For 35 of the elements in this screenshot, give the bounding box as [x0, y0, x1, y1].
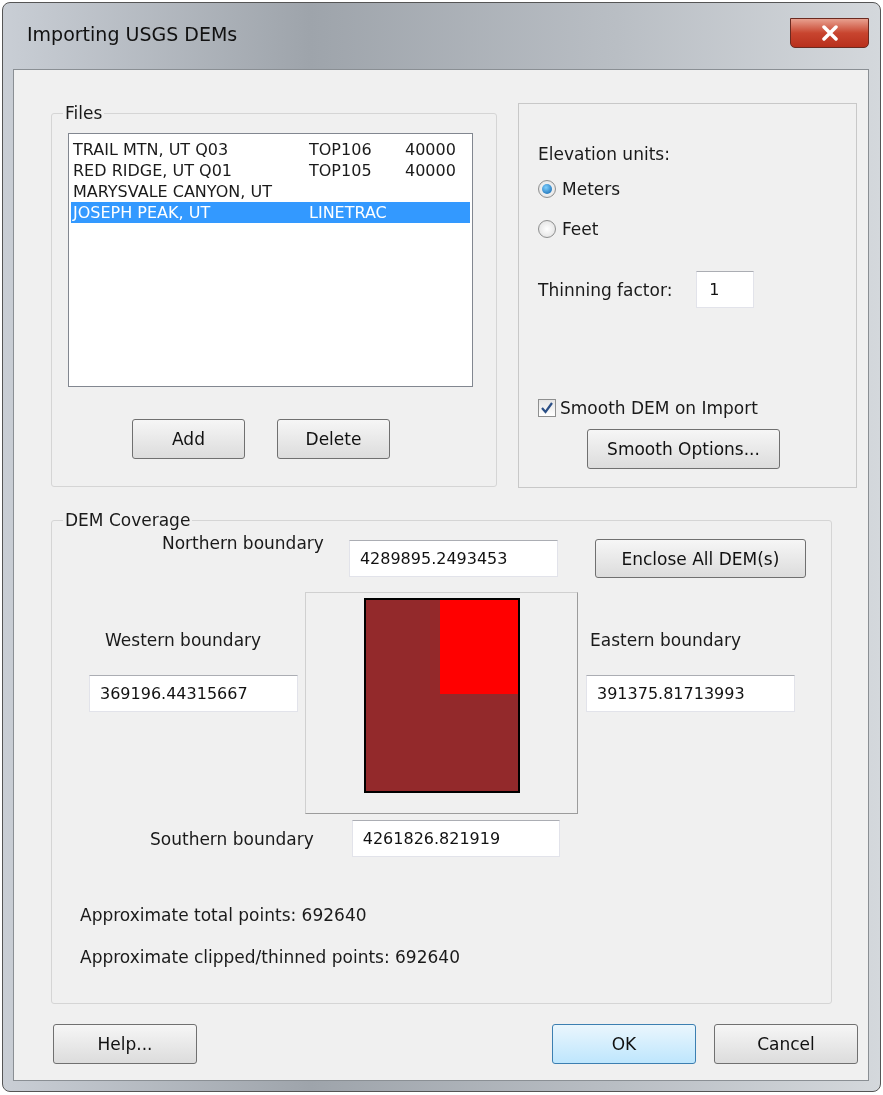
- radio-button[interactable]: [538, 219, 556, 238]
- file-list-item[interactable]: RED RIDGE, UT Q01 TOP105 40000: [71, 160, 470, 181]
- western-label: Western boundary: [105, 630, 263, 650]
- thinning-field[interactable]: 1: [696, 271, 755, 308]
- group-label: Files: [64, 103, 104, 123]
- checkbox[interactable]: [538, 399, 556, 417]
- eastern-field[interactable]: 391375.81713993: [586, 675, 795, 712]
- window-title: Importing USGS DEMs: [27, 23, 238, 45]
- radio-button[interactable]: [538, 179, 556, 198]
- units-label: Elevation units:: [538, 144, 671, 164]
- northern-field[interactable]: 4289895.2493453: [348, 540, 558, 577]
- eastern-label: Eastern boundary: [590, 630, 742, 650]
- ok-button[interactable]: OK: [552, 1024, 696, 1064]
- radio-label[interactable]: Feet: [562, 218, 599, 239]
- close-icon: [820, 25, 839, 41]
- file-list[interactable]: TRAIL MTN, UT Q03 TOP106 40000 RED RIDGE, UT Q01 TOP105 40000 MARYSVALE CANYON, UT JOSEPH PEAK, UT LINETRAC: [68, 133, 473, 387]
- radio-label[interactable]: Meters: [562, 178, 621, 199]
- checkbox-label[interactable]: Smooth DEM on Import: [560, 398, 758, 418]
- add-button[interactable]: Add: [132, 419, 245, 459]
- northern-label: Northern boundary: [162, 533, 324, 553]
- cancel-button[interactable]: Cancel: [714, 1024, 858, 1064]
- smooth-options-button[interactable]: Smooth Options...: [587, 429, 780, 469]
- thinning-label: Thinning factor:: [538, 279, 673, 300]
- total-points-text: Approximate total points: 692640: [80, 905, 368, 925]
- clipped-points-text: Approximate clipped/thinned points: 692640: [80, 947, 461, 967]
- help-button[interactable]: Help...: [53, 1024, 197, 1064]
- enclose-button[interactable]: Enclose All DEM(s): [594, 539, 806, 578]
- western-field[interactable]: 369196.44315667: [89, 675, 298, 712]
- group-label: DEM Coverage: [64, 510, 192, 530]
- file-list-item[interactable]: MARYSVALE CANYON, UT: [71, 181, 470, 202]
- close-button[interactable]: [790, 18, 869, 48]
- file-list-item[interactable]: TRAIL MTN, UT Q03 TOP106 40000: [71, 139, 470, 160]
- southern-field[interactable]: 4261826.821919: [351, 820, 560, 857]
- delete-button[interactable]: Delete: [277, 419, 390, 459]
- southern-label: Southern boundary: [150, 828, 314, 849]
